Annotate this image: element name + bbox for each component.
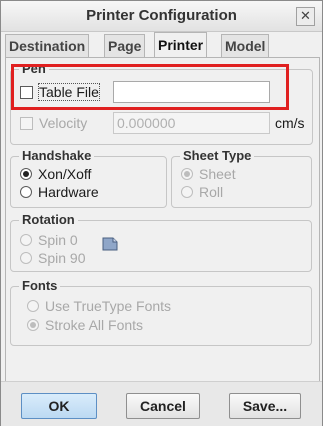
- highlight-box: [11, 64, 289, 110]
- spin-0-label: Spin 0: [38, 232, 78, 248]
- spin-90-option[interactable]: Spin 90: [20, 248, 85, 268]
- stroke-all-fonts-label: Stroke All Fonts: [45, 317, 144, 333]
- velocity-checkbox-row[interactable]: Velocity: [20, 113, 87, 133]
- sheet-type-group-title: Sheet Type: [180, 148, 255, 163]
- hardware-radio[interactable]: [20, 186, 32, 199]
- close-button[interactable]: ✕: [296, 7, 315, 26]
- xonxoff-radio[interactable]: [20, 168, 32, 181]
- spin-90-label: Spin 90: [38, 250, 86, 266]
- xonxoff-label: Xon/Xoff: [38, 166, 92, 182]
- roll-label: Roll: [199, 184, 224, 200]
- roll-option[interactable]: Roll: [181, 182, 223, 202]
- tab-printer[interactable]: Printer: [154, 32, 208, 58]
- rotation-group-title: Rotation: [19, 212, 78, 227]
- tab-model[interactable]: Model: [221, 34, 270, 57]
- velocity-label: Velocity: [39, 115, 88, 131]
- stroke-all-fonts-radio[interactable]: [27, 319, 39, 332]
- handshake-xonxoff-option[interactable]: Xon/Xoff: [20, 164, 91, 184]
- velocity-input[interactable]: 0.000000: [113, 112, 270, 134]
- roll-radio[interactable]: [181, 186, 193, 199]
- spin-0-option[interactable]: Spin 0: [20, 230, 78, 250]
- hardware-label: Hardware: [38, 184, 99, 200]
- tab-destination[interactable]: Destination: [5, 34, 90, 57]
- cancel-button[interactable]: Cancel: [126, 393, 200, 419]
- use-truetype-option[interactable]: Use TrueType Fonts: [27, 296, 171, 316]
- paper-orientation-icon: [102, 237, 118, 251]
- use-truetype-label: Use TrueType Fonts: [45, 298, 172, 314]
- button-bar: OK Cancel Save...: [1, 381, 322, 426]
- title-bar: Printer Configuration ✕: [1, 1, 322, 32]
- dialog-title: Printer Configuration: [86, 7, 237, 24]
- ok-button[interactable]: OK: [21, 393, 97, 419]
- printer-configuration-dialog: Printer Configuration ✕ Destination Page…: [0, 0, 323, 426]
- use-truetype-radio[interactable]: [27, 300, 39, 313]
- fonts-group-title: Fonts: [19, 278, 61, 293]
- sheet-label: Sheet: [199, 166, 236, 182]
- sheet-option[interactable]: Sheet: [181, 164, 236, 184]
- spin-0-radio[interactable]: [20, 234, 32, 247]
- sheet-radio[interactable]: [181, 168, 193, 181]
- velocity-checkbox[interactable]: [20, 116, 33, 130]
- tab-page[interactable]: Page: [104, 34, 146, 57]
- save-button[interactable]: Save...: [229, 393, 301, 419]
- handshake-hardware-option[interactable]: Hardware: [20, 182, 99, 202]
- handshake-group-title: Handshake: [19, 148, 95, 163]
- spin-90-radio[interactable]: [20, 252, 32, 265]
- velocity-unit: cm/s: [275, 115, 305, 131]
- stroke-all-fonts-option[interactable]: Stroke All Fonts: [27, 315, 143, 335]
